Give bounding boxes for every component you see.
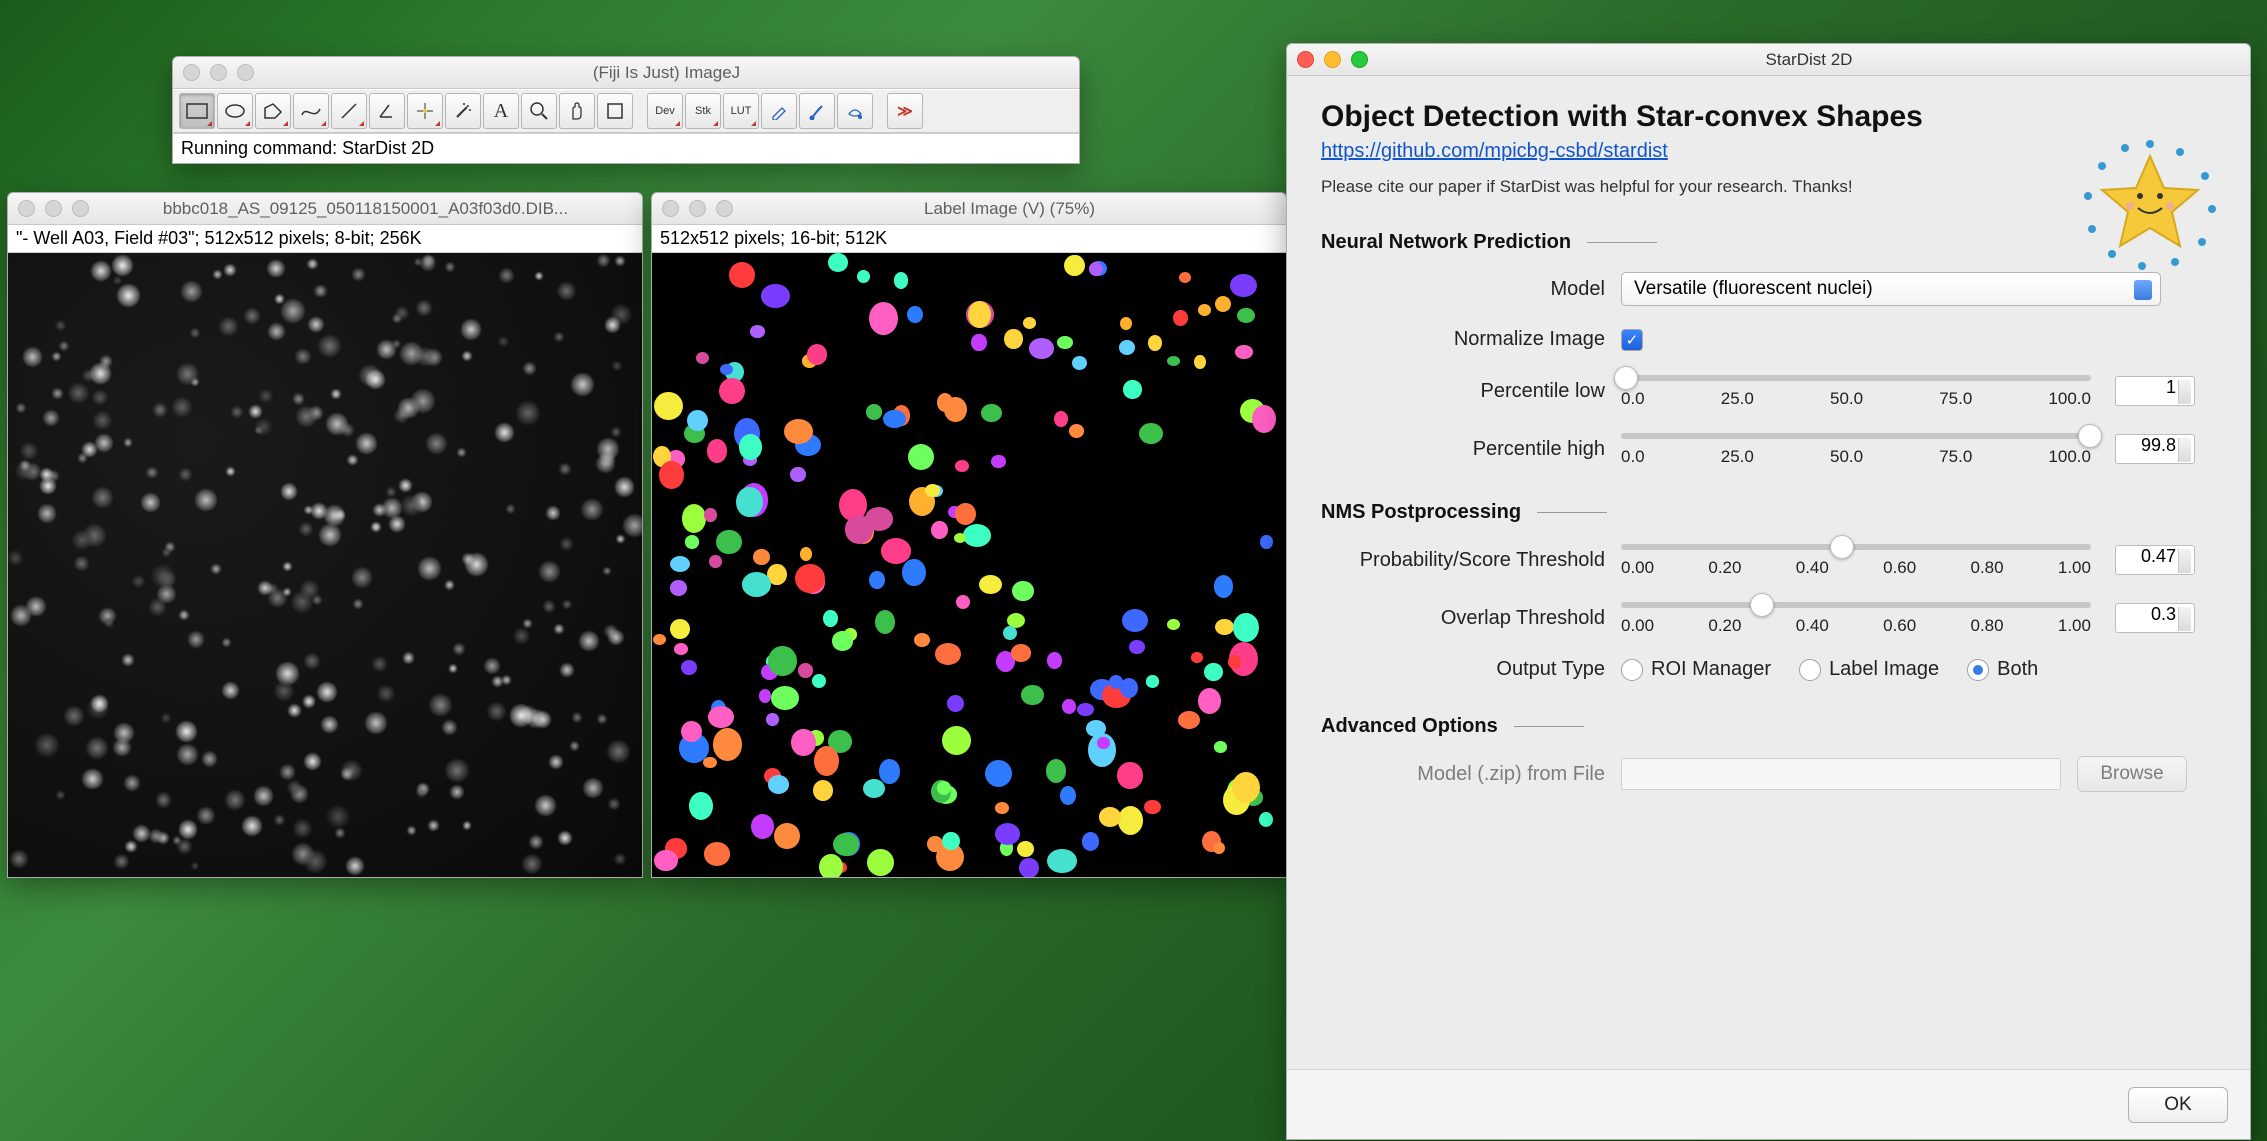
prob-input[interactable]: 0.47 xyxy=(2115,545,2195,575)
tool-line[interactable] xyxy=(331,93,367,129)
prob-label: Probability/Score Threshold xyxy=(1321,549,1621,572)
output-roi-manager[interactable]: ROI Manager xyxy=(1621,658,1771,681)
input-image-title: bbbc018_AS_09125_050118150001_A03f03d0.D… xyxy=(99,199,632,219)
zoom-icon[interactable] xyxy=(237,64,254,81)
output-radio-group: ROI Manager Label Image Both xyxy=(1621,658,2038,681)
model-value: Versatile (fluorescent nuclei) xyxy=(1634,278,1873,300)
window-controls[interactable] xyxy=(662,200,733,217)
tool-magnifier[interactable] xyxy=(521,93,557,129)
input-image-window: bbbc018_AS_09125_050118150001_A03f03d0.D… xyxy=(7,192,643,878)
input-image-canvas[interactable] xyxy=(8,253,642,877)
input-image-info: "- Well A03, Field #03"; 512x512 pixels;… xyxy=(8,225,642,253)
label-image-window: Label Image (V) (75%) 512x512 pixels; 16… xyxy=(651,192,1287,878)
normalize-checkbox[interactable]: ✓ xyxy=(1621,329,1643,351)
minimize-icon[interactable] xyxy=(689,200,706,217)
model-file-input[interactable] xyxy=(1621,758,2061,790)
close-icon[interactable] xyxy=(183,64,200,81)
label-image-info: 512x512 pixels; 16-bit; 512K xyxy=(652,225,1286,253)
tool-freehand[interactable] xyxy=(293,93,329,129)
repo-link[interactable]: https://github.com/mpicbg-csbd/stardist xyxy=(1321,140,1668,162)
tool-color-picker[interactable] xyxy=(597,93,633,129)
overlap-thumb[interactable] xyxy=(1750,593,1774,617)
ok-button[interactable]: OK xyxy=(2128,1087,2228,1123)
close-icon[interactable] xyxy=(18,200,35,217)
prob-thumb[interactable] xyxy=(1830,535,1854,559)
prob-ticks: 0.000.200.400.600.801.00 xyxy=(1621,558,2091,578)
tool-stk[interactable]: Stk xyxy=(685,93,721,129)
pct-low-ticks: 0.025.050.075.0100.0 xyxy=(1621,389,2091,409)
pct-high-ticks: 0.025.050.075.0100.0 xyxy=(1621,447,2091,467)
stardist-dialog: StarDist 2D Object Detection with Star-c… xyxy=(1286,43,2251,1140)
label-image-title: Label Image (V) (75%) xyxy=(743,199,1276,219)
stardist-logo xyxy=(2080,134,2220,274)
imagej-titlebar[interactable]: (Fiji Is Just) ImageJ xyxy=(173,57,1079,89)
tool-point[interactable] xyxy=(407,93,443,129)
tool-lut[interactable]: LUT xyxy=(723,93,759,129)
minimize-icon[interactable] xyxy=(1324,51,1341,68)
output-label-image[interactable]: Label Image xyxy=(1799,658,1939,681)
model-select[interactable]: Versatile (fluorescent nuclei) xyxy=(1621,272,2161,306)
section-nms: NMS Postprocessing xyxy=(1321,501,2216,524)
minimize-icon[interactable] xyxy=(210,64,227,81)
output-label: Output Type xyxy=(1321,658,1621,681)
tool-more[interactable]: ≫ xyxy=(887,93,923,129)
tool-dev[interactable]: Dev xyxy=(647,93,683,129)
section-advanced: Advanced Options xyxy=(1321,715,2216,738)
overlap-slider[interactable] xyxy=(1621,602,2091,608)
stardist-titlebar[interactable]: StarDist 2D xyxy=(1287,44,2250,76)
tool-polygon[interactable] xyxy=(255,93,291,129)
tool-pencil[interactable] xyxy=(761,93,797,129)
pct-high-slider[interactable] xyxy=(1621,433,2091,439)
window-controls[interactable] xyxy=(183,64,254,81)
pct-low-slider[interactable] xyxy=(1621,375,2091,381)
imagej-status: Running command: StarDist 2D xyxy=(173,133,1079,163)
model-file-label: Model (.zip) from File xyxy=(1321,763,1621,786)
zoom-icon[interactable] xyxy=(1351,51,1368,68)
overlap-ticks: 0.000.200.400.600.801.00 xyxy=(1621,616,2091,636)
tool-angle[interactable] xyxy=(369,93,405,129)
tool-wand[interactable] xyxy=(445,93,481,129)
dialog-heading: Object Detection with Star-convex Shapes xyxy=(1321,100,2216,134)
label-image-canvas[interactable] xyxy=(652,253,1286,877)
output-both[interactable]: Both xyxy=(1967,658,2038,681)
model-label: Model xyxy=(1321,278,1621,301)
imagej-toolbar: A Dev Stk LUT ≫ xyxy=(173,89,1079,133)
tool-hand[interactable] xyxy=(559,93,595,129)
imagej-main-window: (Fiji Is Just) ImageJ A Dev Stk LUT ≫ Ru… xyxy=(172,56,1080,164)
zoom-icon[interactable] xyxy=(72,200,89,217)
input-image-titlebar[interactable]: bbbc018_AS_09125_050118150001_A03f03d0.D… xyxy=(8,193,642,225)
overlap-input[interactable]: 0.3 xyxy=(2115,603,2195,633)
close-icon[interactable] xyxy=(1297,51,1314,68)
pct-high-label: Percentile high xyxy=(1321,438,1621,461)
dialog-footer: OK xyxy=(1287,1069,2250,1139)
prob-slider[interactable] xyxy=(1621,544,2091,550)
tool-rectangle[interactable] xyxy=(179,93,215,129)
tool-text[interactable]: A xyxy=(483,93,519,129)
label-image-titlebar[interactable]: Label Image (V) (75%) xyxy=(652,193,1286,225)
pct-high-thumb[interactable] xyxy=(2078,424,2102,448)
pct-low-label: Percentile low xyxy=(1321,380,1621,403)
tool-oval[interactable] xyxy=(217,93,253,129)
pct-high-input[interactable]: 99.8 xyxy=(2115,434,2195,464)
window-controls[interactable] xyxy=(1297,51,1368,68)
minimize-icon[interactable] xyxy=(45,200,62,217)
tool-flood[interactable] xyxy=(837,93,873,129)
pct-low-input[interactable]: 1 xyxy=(2115,376,2195,406)
close-icon[interactable] xyxy=(662,200,679,217)
overlap-label: Overlap Threshold xyxy=(1321,607,1621,630)
tool-brush[interactable] xyxy=(799,93,835,129)
window-controls[interactable] xyxy=(18,200,89,217)
pct-low-thumb[interactable] xyxy=(1614,366,1638,390)
stardist-title: StarDist 2D xyxy=(1378,50,2240,70)
imagej-title: (Fiji Is Just) ImageJ xyxy=(264,63,1069,83)
normalize-label: Normalize Image xyxy=(1321,328,1621,351)
browse-button[interactable]: Browse xyxy=(2077,756,2187,792)
zoom-icon[interactable] xyxy=(716,200,733,217)
stardist-content: Object Detection with Star-convex Shapes… xyxy=(1287,76,2250,1069)
